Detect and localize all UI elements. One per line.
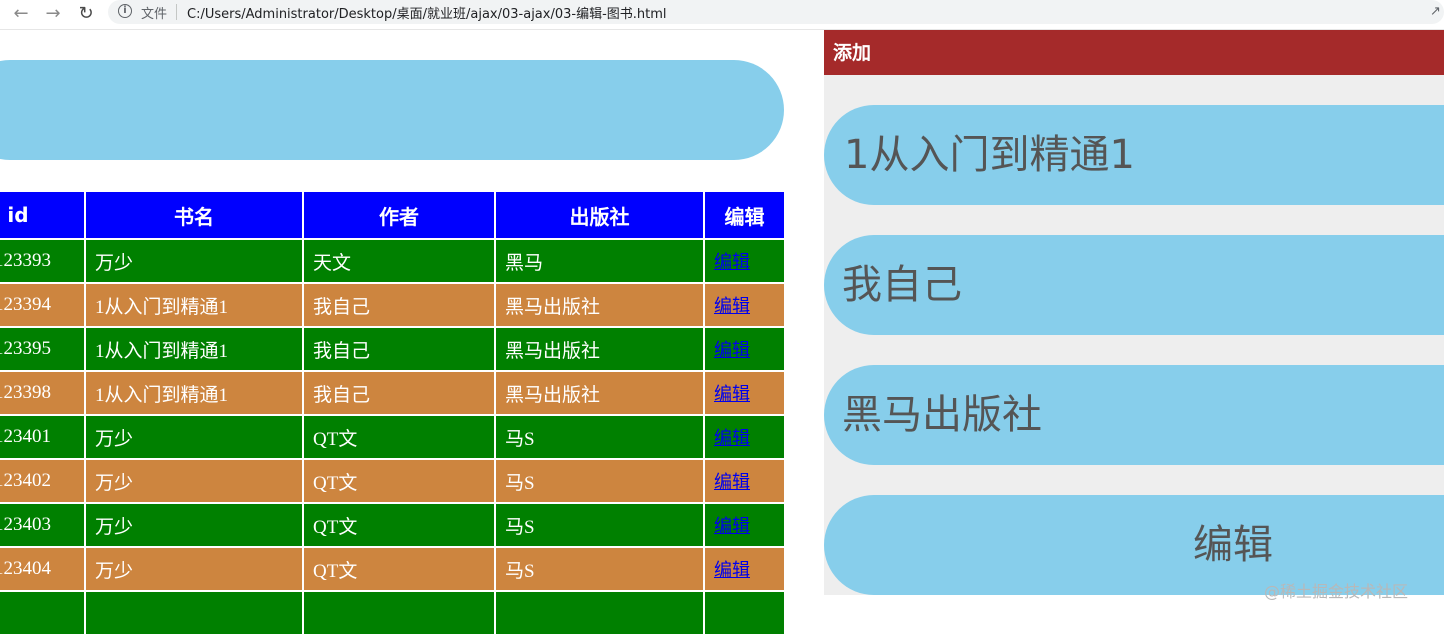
cell-edit: 编辑 <box>703 546 786 592</box>
cell-publisher: 黑马出版社 <box>494 370 705 416</box>
cell-title: 万少 <box>84 502 304 548</box>
cell-edit: 编辑 <box>703 458 786 504</box>
table-row: 1233951从入门到精通1我自己黑马出版社编辑 <box>0 326 786 372</box>
header-author: 作者 <box>302 190 496 240</box>
cell-publisher: 黑马 <box>494 238 705 284</box>
cell-publisher: 马S <box>494 414 705 460</box>
table-row <box>0 590 786 636</box>
cell-author: QT文 <box>302 458 496 504</box>
cell-title: 1从入门到精通1 <box>84 370 304 416</box>
cell-author: 我自己 <box>302 370 496 416</box>
cell-publisher <box>494 590 705 636</box>
cell-id: 123402 <box>0 458 86 504</box>
cell-publisher: 马S <box>494 502 705 548</box>
edit-link[interactable]: 编辑 <box>714 472 750 493</box>
table-row: 1233981从入门到精通1我自己黑马出版社编辑 <box>0 370 786 416</box>
table-row: 123402万少QT文马S 编辑 <box>0 458 786 504</box>
header-publisher: 出版社 <box>494 190 705 240</box>
cell-author: 我自己 <box>302 282 496 328</box>
submit-edit-label: 编辑 <box>1193 522 1273 568</box>
edit-link[interactable]: 编辑 <box>714 252 750 273</box>
cell-author: 我自己 <box>302 326 496 372</box>
back-arrow-icon[interactable]: ← <box>10 2 32 24</box>
table-row: 1233941从入门到精通1我自己黑马出版社编辑 <box>0 282 786 328</box>
edit-link[interactable]: 编辑 <box>714 340 750 361</box>
cell-id: 123393 <box>0 238 86 284</box>
cell-title: 1从入门到精通1 <box>84 326 304 372</box>
cell-edit: 编辑 <box>703 414 786 460</box>
info-icon[interactable]: i <box>118 4 132 18</box>
cell-publisher: 黑马出版社 <box>494 282 705 328</box>
add-panel: 添加 1从入门到精通1 我自己 黑马出版社 编辑 <box>824 30 1444 595</box>
edit-link[interactable]: 编辑 <box>714 296 750 317</box>
cell-id: 123404 <box>0 546 86 592</box>
search-input[interactable] <box>0 60 784 160</box>
cell-author <box>302 590 496 636</box>
cell-edit: 编辑 <box>703 238 786 284</box>
cell-edit: 编辑 <box>703 282 786 328</box>
header-title: 书名 <box>84 190 304 240</box>
cell-title: 万少 <box>84 414 304 460</box>
edit-link[interactable]: 编辑 <box>714 516 750 537</box>
book-title-input[interactable]: 1从入门到精通1 <box>824 105 1444 205</box>
cell-publisher: 马S <box>494 458 705 504</box>
cell-author: QT文 <box>302 414 496 460</box>
table-row: 123403万少QT文马S 编辑 <box>0 502 786 548</box>
address-divider <box>176 4 177 20</box>
cell-id: 123394 <box>0 282 86 328</box>
add-panel-title: 添加 <box>824 30 1444 75</box>
cell-title: 万少 <box>84 238 304 284</box>
file-scheme-label: 文件 <box>141 7 168 22</box>
cell-title: 万少 <box>84 458 304 504</box>
cell-id: 123403 <box>0 502 86 548</box>
cell-author: QT文 <box>302 502 496 548</box>
edit-link[interactable]: 编辑 <box>714 560 750 581</box>
cell-edit: 编辑 <box>703 502 786 548</box>
header-id: id <box>0 190 86 240</box>
cell-edit: 编辑 <box>703 326 786 372</box>
cell-publisher: 黑马出版社 <box>494 326 705 372</box>
table-body: 123393万少天文黑马编辑1233941从入门到精通1我自己黑马出版社编辑12… <box>0 238 786 636</box>
cell-id: 123401 <box>0 414 86 460</box>
edit-link[interactable]: 编辑 <box>714 428 750 449</box>
publisher-input[interactable]: 黑马出版社 <box>824 365 1444 465</box>
reload-icon[interactable]: ↻ <box>75 2 97 24</box>
cell-edit: 编辑 <box>703 370 786 416</box>
edit-link[interactable]: 编辑 <box>714 384 750 405</box>
watermark-text: @稀土掘金技术社区 <box>1264 582 1409 601</box>
cell-id <box>0 590 86 636</box>
cell-title: 万少 <box>84 546 304 592</box>
browser-toolbar: ← → ↻ i 文件 C:/Users/Administrator/Deskto… <box>0 0 1444 30</box>
table-row: 123404万少QT文马S 编辑 <box>0 546 786 592</box>
cell-id: 123398 <box>0 370 86 416</box>
book-table: id 书名 作者 出版社 编辑 123393万少天文黑马编辑1233941从入门… <box>0 190 786 636</box>
author-input[interactable]: 我自己 <box>824 235 1444 335</box>
table-row: 123401万少QT文马S 编辑 <box>0 414 786 460</box>
cell-id: 123395 <box>0 326 86 372</box>
table-header-row: id 书名 作者 出版社 编辑 <box>0 190 786 240</box>
cell-publisher: 马S <box>494 546 705 592</box>
forward-arrow-icon[interactable]: → <box>42 2 64 24</box>
share-icon[interactable]: ↗ <box>1430 4 1444 19</box>
url-text[interactable]: C:/Users/Administrator/Desktop/桌面/就业班/aj… <box>187 3 667 22</box>
table-row: 123393万少天文黑马编辑 <box>0 238 786 284</box>
cell-edit <box>703 590 786 636</box>
cell-title <box>84 590 304 636</box>
cell-author: 天文 <box>302 238 496 284</box>
cell-title: 1从入门到精通1 <box>84 282 304 328</box>
cell-author: QT文 <box>302 546 496 592</box>
header-edit: 编辑 <box>703 190 786 240</box>
